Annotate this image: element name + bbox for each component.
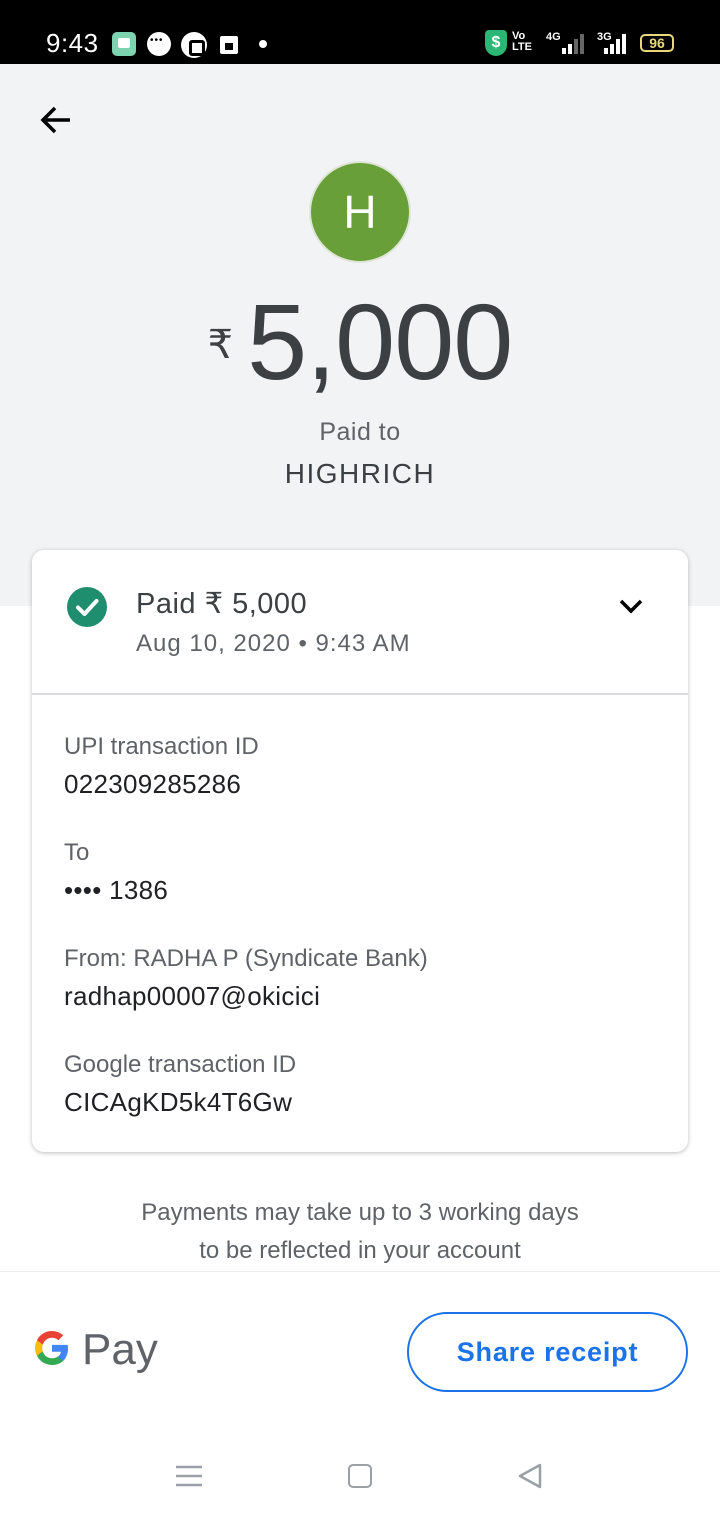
- share-receipt-button[interactable]: Share receipt: [407, 1312, 688, 1392]
- status-bar: 9:43 $ VoLTE 4G 3G 96: [0, 0, 720, 64]
- from-account-value[interactable]: radhap00007@okicici: [64, 981, 320, 1012]
- status-time: 9:43: [46, 28, 99, 58]
- paid-to-label: Paid to: [319, 418, 401, 446]
- battery-icon: 96: [640, 34, 674, 52]
- currency-symbol: ₹: [207, 323, 234, 367]
- transaction-datetime: Aug 10, 2020 • 9:43 AM: [136, 630, 411, 657]
- google-transaction-id-label: Google transaction ID: [64, 1051, 297, 1078]
- notice-line-1: Payments may take up to 3 working days: [141, 1199, 579, 1226]
- chat-notification-icon: [147, 32, 171, 56]
- system-back-button[interactable]: [516, 1462, 544, 1490]
- google-g-icon: [35, 1331, 68, 1365]
- amount-value: 5,000: [247, 281, 513, 402]
- back-button[interactable]: [36, 100, 76, 140]
- volte-icon: Vo LTE: [512, 30, 532, 53]
- payee-name: HIGHRICH: [284, 458, 436, 489]
- menu-icon: [176, 1465, 202, 1487]
- triangle-back-icon: [518, 1463, 542, 1489]
- payment-amount: ₹5,000: [0, 286, 720, 398]
- collapse-details-button[interactable]: [616, 594, 646, 618]
- signal-strength-2-icon: [604, 34, 630, 54]
- google-transaction-id-value[interactable]: CICAgKD5k4T6Gw: [64, 1087, 292, 1118]
- from-account-label: From: RADHA P (Syndicate Bank): [64, 945, 428, 972]
- transaction-details-card: Paid ₹ 5,000 Aug 10, 2020 • 9:43 AM UPI …: [32, 550, 688, 1152]
- signal-strength-1-icon: [562, 34, 588, 54]
- check-circle-icon: [67, 587, 107, 627]
- chevron-down-icon: [619, 599, 643, 614]
- processing-notice: Payments may take up to 3 working days t…: [0, 1194, 720, 1270]
- security-shield-icon: $: [485, 30, 507, 56]
- google-pay-wordmark: Pay: [82, 1325, 158, 1374]
- messages-notification-icon: [112, 32, 136, 56]
- to-account-label: To: [64, 839, 90, 866]
- app-notification-icon: [181, 32, 207, 58]
- to-account-value: •••• 1386: [64, 875, 169, 905]
- more-notifications-icon: [259, 40, 267, 48]
- notice-line-2: to be reflected in your account: [199, 1237, 521, 1264]
- recent-apps-button[interactable]: [176, 1464, 202, 1488]
- home-button[interactable]: [348, 1464, 372, 1488]
- store-notification-icon: [220, 36, 238, 54]
- upi-transaction-id-value[interactable]: 022309285286: [64, 769, 241, 800]
- transaction-status-title: Paid ₹ 5,000: [136, 588, 308, 620]
- upi-transaction-id-label: UPI transaction ID: [64, 733, 259, 760]
- payee-avatar: H: [309, 161, 411, 263]
- arrow-back-icon: [40, 106, 70, 134]
- network-4g-label: 4G: [546, 31, 561, 43]
- footer-divider: [0, 1271, 720, 1272]
- card-divider: [32, 693, 688, 695]
